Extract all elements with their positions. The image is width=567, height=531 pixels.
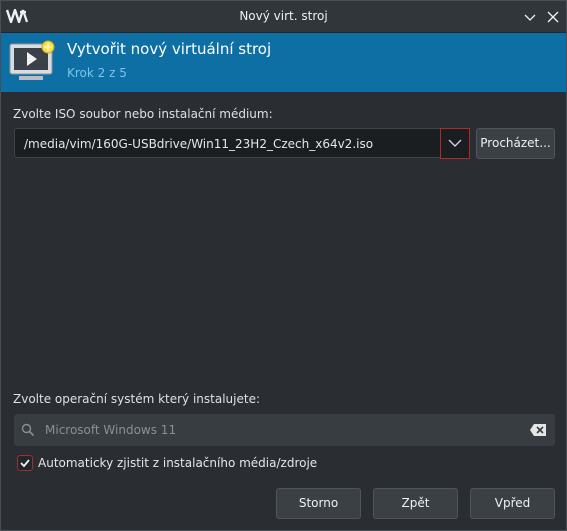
- new-vm-icon: [9, 40, 57, 87]
- iso-path-value[interactable]: /media/vim/160G-USBdrive/Win11_23H2_Czec…: [24, 137, 373, 151]
- close-icon[interactable]: [544, 8, 562, 26]
- chevron-down-icon: [448, 139, 462, 147]
- clear-text-icon[interactable]: [529, 423, 547, 440]
- search-icon: [21, 423, 35, 440]
- minimize-icon[interactable]: [521, 8, 539, 26]
- window-title: Nový virt. stroj: [239, 9, 328, 23]
- iso-dropdown-button[interactable]: [440, 128, 470, 159]
- wizard-banner: Vytvořit nový virtuální stroj Krok 2 z 5: [1, 33, 566, 92]
- os-search-input[interactable]: Microsoft Windows 11: [45, 423, 176, 437]
- new-vm-window: Nový virt. stroj Vytvořit nový virtuální…: [0, 0, 567, 531]
- autodetect-checkbox[interactable]: [17, 455, 33, 471]
- next-button[interactable]: Vpřed: [470, 488, 555, 519]
- banner-title: Vytvořit nový virtuální stroj: [67, 40, 272, 58]
- iso-path-combobox[interactable]: /media/vim/160G-USBdrive/Win11_23H2_Czec…: [14, 128, 469, 158]
- os-label: Zvolte operační systém který instalujete…: [13, 392, 261, 406]
- step-indicator: Krok 2 z 5: [67, 66, 127, 80]
- os-search-field[interactable]: Microsoft Windows 11: [14, 414, 555, 446]
- cancel-button[interactable]: Storno: [276, 488, 361, 519]
- iso-label: Zvolte ISO soubor nebo instalační médium…: [13, 107, 273, 121]
- browse-button[interactable]: Procházet...: [476, 128, 555, 159]
- back-button[interactable]: Zpět: [373, 488, 458, 519]
- title-bar: Nový virt. stroj: [1, 1, 566, 33]
- checkmark-icon: [20, 459, 30, 468]
- autodetect-label[interactable]: Automaticky zjistit z instalačního média…: [38, 456, 317, 470]
